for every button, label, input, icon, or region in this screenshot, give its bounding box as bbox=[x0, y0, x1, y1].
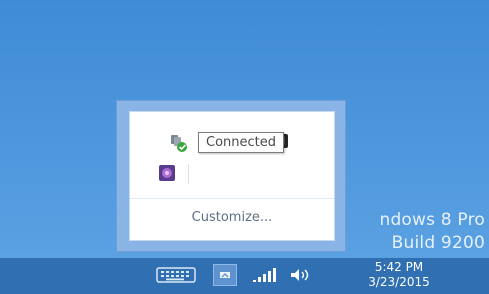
volume-icon[interactable] bbox=[288, 266, 314, 284]
keyboard-icon[interactable] bbox=[147, 264, 205, 286]
signal-icon[interactable] bbox=[251, 266, 277, 284]
purple-app-icon[interactable] bbox=[156, 162, 178, 184]
show-hidden-icons-icon[interactable] bbox=[213, 264, 237, 286]
windows-watermark-line2: Build 9200 bbox=[391, 233, 485, 253]
notification-overflow-content: Customize... bbox=[129, 111, 335, 241]
clock-date: 3/23/2015 bbox=[368, 275, 430, 289]
notification-overflow-panel: Customize... bbox=[116, 100, 346, 252]
network-connected-icon[interactable] bbox=[168, 132, 190, 154]
taskbar-clock[interactable]: 5:42 PM 3/23/2015 bbox=[344, 260, 454, 290]
taskbar: 5:42 PM 3/23/2015 bbox=[0, 258, 489, 294]
customize-link[interactable]: Customize... bbox=[130, 210, 334, 225]
connected-tooltip: Connected bbox=[198, 132, 285, 153]
windows-watermark-line1: ndows 8 Pro bbox=[379, 210, 485, 230]
clock-time: 5:42 PM bbox=[374, 260, 424, 274]
customize-separator bbox=[130, 198, 334, 199]
icon-row-divider bbox=[188, 164, 189, 184]
